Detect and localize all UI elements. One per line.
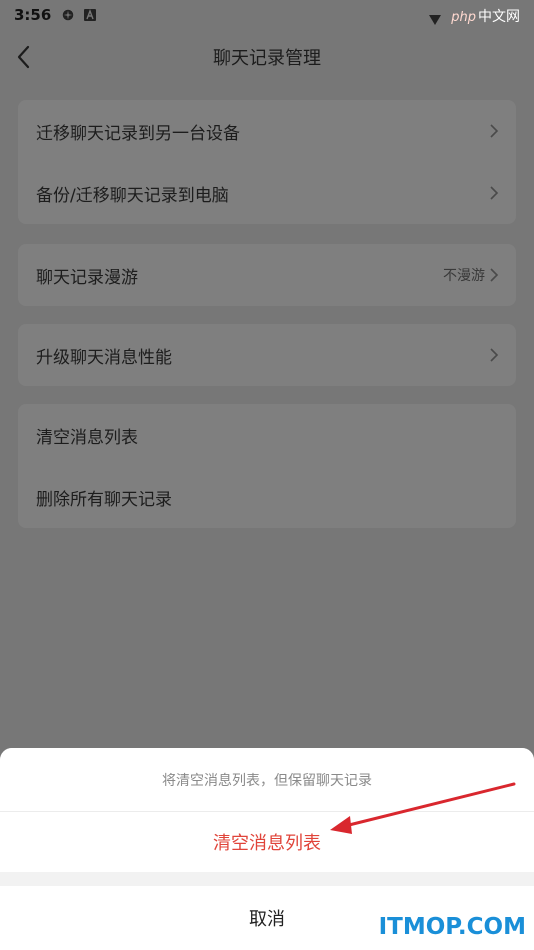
settings-group-migration: 迁移聊天记录到另一台设备 备份/迁移聊天记录到电脑 bbox=[18, 100, 516, 224]
chevron-right-icon bbox=[490, 124, 499, 138]
roaming-value: 不漫游 bbox=[443, 268, 485, 284]
clear-list-confirm-button[interactable]: 清空消息列表 bbox=[0, 812, 534, 872]
list-item-delete-all[interactable]: 删除所有聊天记录 bbox=[18, 466, 516, 528]
a-icon bbox=[83, 8, 97, 22]
settings-group-roaming: 聊天记录漫游 不漫游 bbox=[18, 244, 516, 306]
list-item-label: 迁移聊天记录到另一台设备 bbox=[36, 123, 240, 144]
list-item-label: 清空消息列表 bbox=[36, 427, 138, 448]
status-time: 3:56 bbox=[14, 6, 52, 24]
list-item-label: 升级聊天消息性能 bbox=[36, 347, 172, 368]
alarm-icon bbox=[61, 8, 75, 22]
nav-bar: 聊天记录管理 bbox=[0, 34, 534, 80]
settings-group-performance: 升级聊天消息性能 bbox=[18, 324, 516, 386]
settings-group-clear: 清空消息列表 删除所有聊天记录 bbox=[18, 404, 516, 528]
chevron-right-icon bbox=[490, 186, 499, 200]
list-item-upgrade-performance[interactable]: 升级聊天消息性能 bbox=[18, 324, 516, 386]
page-title: 聊天记录管理 bbox=[213, 48, 321, 69]
chevron-right-icon bbox=[490, 268, 499, 282]
signal-icon bbox=[429, 10, 442, 29]
watermark-top: php 中文网 bbox=[451, 6, 520, 26]
list-item-migrate-device[interactable]: 迁移聊天记录到另一台设备 bbox=[18, 100, 516, 162]
list-item-backup-pc[interactable]: 备份/迁移聊天记录到电脑 bbox=[18, 162, 516, 224]
watermark-cn: 中文网 bbox=[478, 9, 520, 25]
list-item-label: 聊天记录漫游 bbox=[36, 267, 138, 288]
chevron-right-icon bbox=[490, 348, 499, 362]
list-item-label: 备份/迁移聊天记录到电脑 bbox=[36, 185, 229, 206]
list-item-roaming[interactable]: 聊天记录漫游 不漫游 bbox=[18, 244, 516, 306]
status-right: php 中文网 bbox=[429, 6, 520, 26]
action-sheet-hint: 将清空消息列表，但保留聊天记录 bbox=[0, 748, 534, 812]
watermark-php: php bbox=[451, 10, 476, 25]
list-item-label: 删除所有聊天记录 bbox=[36, 489, 172, 510]
sheet-divider bbox=[0, 872, 534, 886]
list-item-clear-list[interactable]: 清空消息列表 bbox=[18, 404, 516, 466]
chevron-left-icon[interactable] bbox=[12, 42, 36, 72]
status-bar: 3:56 php 中文网 bbox=[0, 0, 534, 30]
watermark-bottom: ITMOP.COM bbox=[378, 914, 526, 940]
